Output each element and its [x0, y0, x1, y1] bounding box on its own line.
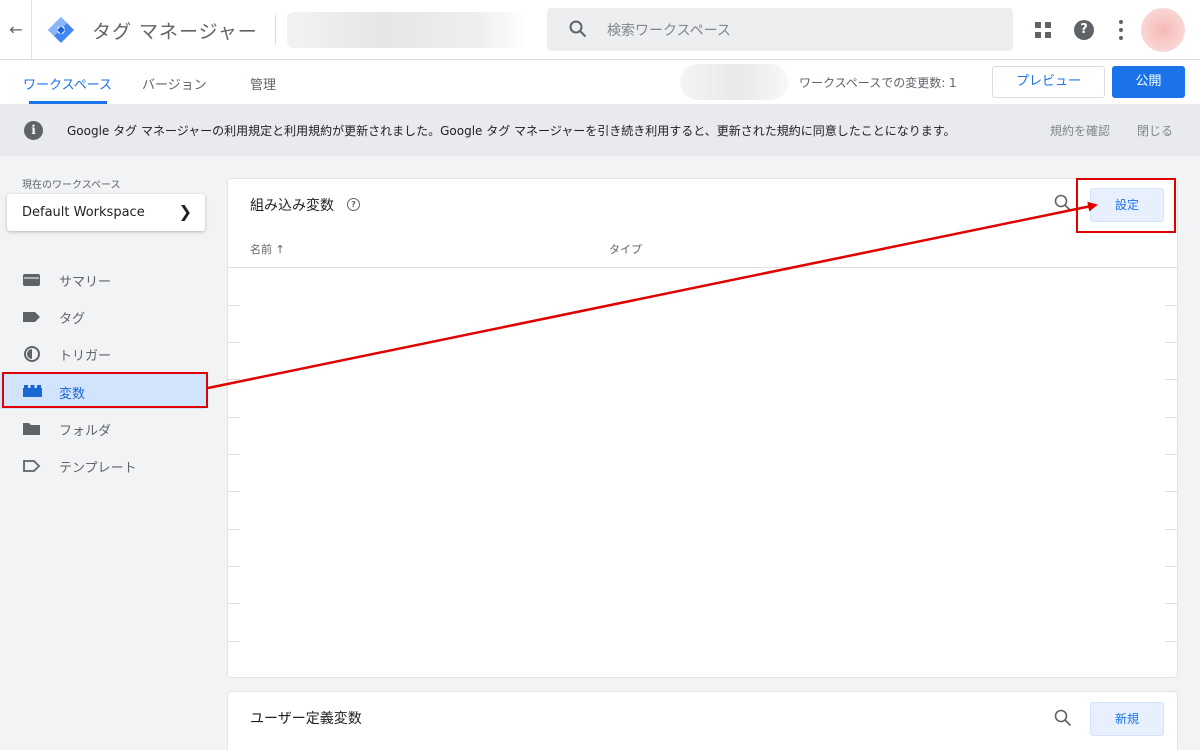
review-terms-link[interactable]: 規約を確認: [1050, 122, 1110, 139]
terms-notice-banner: i Google タグ マネージャーの利用規定と利用規約が更新されました。Goo…: [0, 104, 1200, 156]
row-divider: [228, 454, 240, 455]
sub-navigation: ワークスペース バージョン 管理 ワークスペースでの変更数: 1 プレビュー 公…: [0, 60, 1200, 104]
divider: [31, 0, 32, 60]
summary-icon: [23, 274, 40, 286]
workspace-changes-count: ワークスペースでの変更数: 1: [799, 76, 957, 90]
info-icon: i: [24, 121, 43, 140]
help-icon[interactable]: ?: [1074, 20, 1094, 40]
column-header-name[interactable]: 名前 ↑: [250, 241, 285, 257]
search-placeholder: 検索ワークスペース: [607, 23, 731, 39]
workspace-status: [680, 64, 788, 100]
row-divider: [1165, 305, 1177, 306]
divider: [228, 267, 1177, 268]
sidebar-item-label: サマリー: [59, 275, 112, 290]
dismiss-notice-link[interactable]: 閉じる: [1137, 122, 1173, 139]
row-divider: [228, 566, 240, 567]
avatar[interactable]: [1141, 8, 1185, 52]
tab-admin[interactable]: 管理: [250, 74, 276, 93]
folder-icon: [23, 423, 40, 435]
notice-text: Google タグ マネージャーの利用規定と利用規約が更新されました。Googl…: [67, 124, 956, 138]
sidebar-item-label: タグ: [59, 312, 86, 327]
sidebar-item-label: トリガー: [59, 349, 112, 364]
new-variable-button[interactable]: 新規: [1090, 702, 1164, 736]
sidebar-item-tags[interactable]: タグ: [0, 298, 206, 334]
row-divider: [1165, 379, 1177, 380]
help-circle-icon[interactable]: ?: [347, 198, 360, 211]
annotation-highlight-configure: [1076, 178, 1176, 233]
search-icon[interactable]: [1054, 709, 1072, 727]
trigger-icon: [24, 346, 40, 362]
publish-button[interactable]: 公開: [1112, 66, 1185, 98]
gtm-logo-icon: [48, 17, 74, 43]
row-divider: [228, 529, 240, 530]
sidebar-item-triggers[interactable]: トリガー: [0, 335, 206, 371]
user-variables-title: ユーザー定義変数: [250, 711, 362, 727]
builtin-variables-title: 組み込み変数: [250, 198, 334, 214]
builtin-variables-card: 組み込み変数 ? 設定 名前 ↑ タイプ: [227, 178, 1178, 678]
column-header-type[interactable]: タイプ: [609, 241, 642, 257]
row-divider: [1165, 641, 1177, 642]
divider: [275, 15, 276, 45]
apps-grid-icon[interactable]: [1035, 22, 1051, 38]
sidebar-item-summary[interactable]: サマリー: [0, 261, 206, 297]
search-icon[interactable]: [1054, 194, 1072, 212]
chevron-right-icon: ❯: [178, 202, 192, 221]
template-icon: [23, 460, 41, 472]
user-variables-card: ユーザー定義変数 新規: [227, 691, 1178, 750]
row-divider: [1165, 454, 1177, 455]
row-divider: [228, 305, 240, 306]
search-icon: [569, 20, 587, 38]
sidebar-item-label: テンプレート: [59, 461, 137, 476]
top-bar: ← タグ マネージャー 検索ワークスペース ?: [0, 0, 1200, 60]
tab-version[interactable]: バージョン: [142, 74, 207, 93]
more-vert-icon[interactable]: [1116, 19, 1126, 41]
back-arrow-icon[interactable]: ←: [6, 18, 26, 42]
current-workspace-label: 現在のワークスペース: [22, 180, 121, 191]
row-divider: [1165, 342, 1177, 343]
account-selector[interactable]: [287, 12, 527, 48]
sidebar-item-label: フォルダ: [59, 424, 112, 439]
row-divider: [1165, 566, 1177, 567]
row-divider: [228, 491, 240, 492]
row-divider: [228, 641, 240, 642]
preview-button[interactable]: プレビュー: [992, 66, 1105, 98]
row-divider: [1165, 603, 1177, 604]
app-title: タグ マネージャー: [92, 21, 258, 43]
sidebar-item-templates[interactable]: テンプレート: [0, 447, 206, 483]
workspace-name: Default Workspace: [22, 205, 145, 220]
row-divider: [1165, 491, 1177, 492]
search-input[interactable]: 検索ワークスペース: [547, 8, 1013, 51]
row-divider: [228, 342, 240, 343]
annotation-highlight-variables: [2, 372, 208, 408]
row-divider: [228, 417, 240, 418]
row-divider: [228, 603, 240, 604]
row-divider: [228, 379, 240, 380]
tab-workspace[interactable]: ワークスペース: [23, 74, 112, 93]
workspace-selector[interactable]: Default Workspace ❯: [7, 194, 205, 231]
tag-icon: [23, 312, 40, 322]
row-divider: [1165, 417, 1177, 418]
sidebar-item-folders[interactable]: フォルダ: [0, 410, 206, 446]
row-divider: [1165, 529, 1177, 530]
